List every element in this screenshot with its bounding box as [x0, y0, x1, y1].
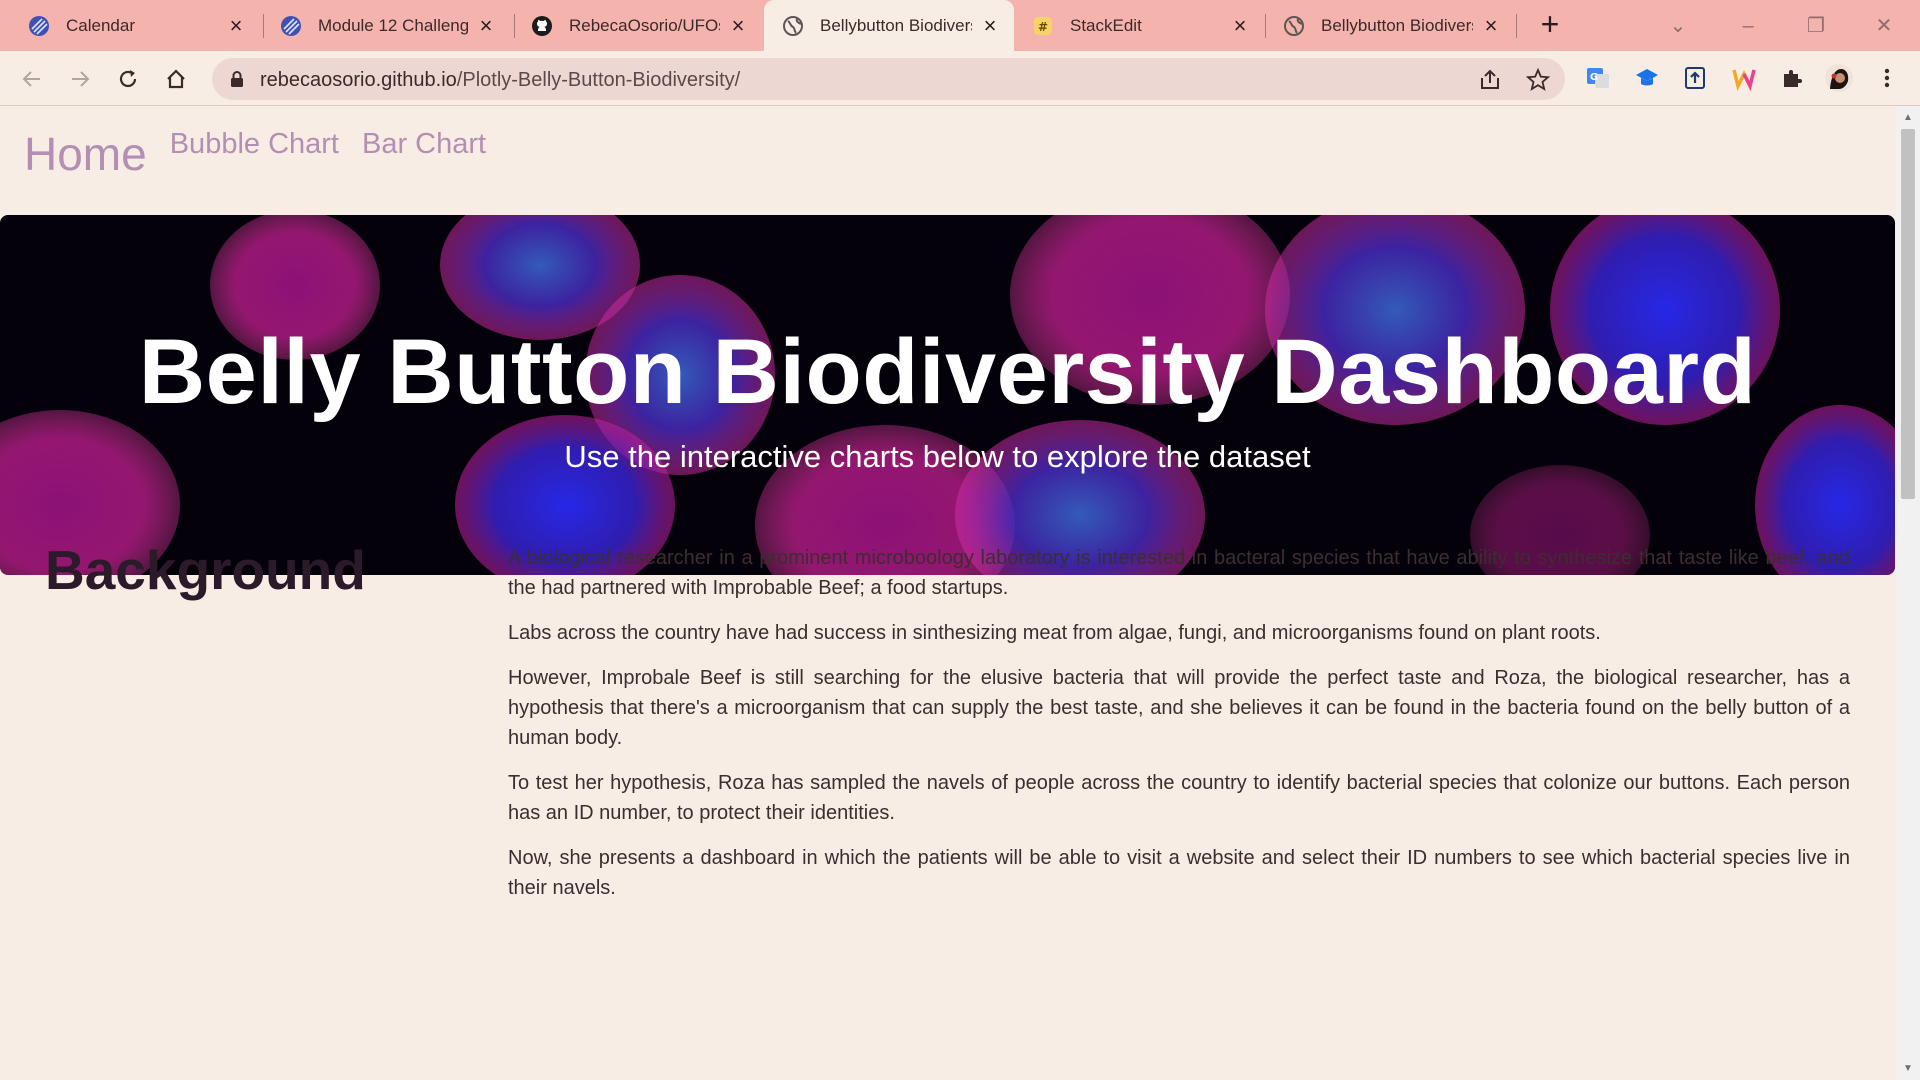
w-extension-icon[interactable] — [1729, 63, 1759, 93]
close-icon[interactable]: × — [1481, 14, 1501, 36]
url-text: rebecaosorio.github.io/Plotly-Belly-Butt… — [260, 69, 740, 92]
tab-title: RebecaOsorio/UFOs — [569, 15, 720, 35]
globe-icon — [783, 15, 803, 36]
background-paragraph: However, Improbale Beef is still searchi… — [508, 667, 1850, 749]
github-icon — [532, 15, 552, 36]
globe-blue-icon — [29, 15, 49, 36]
scrollbar-thumb[interactable] — [1901, 129, 1915, 499]
address-bar[interactable]: rebecaosorio.github.io/Plotly-Belly-Butt… — [212, 58, 1565, 100]
browser-menu-icon[interactable] — [1872, 63, 1902, 93]
close-icon[interactable]: × — [476, 14, 496, 36]
hero-banner: Belly Button Biodiversity Dashboard Use … — [0, 215, 1895, 575]
close-window-icon[interactable]: ✕ — [1866, 8, 1902, 44]
globe-blue-icon — [281, 15, 301, 36]
scroll-down-arrow-icon[interactable]: ▼ — [1902, 1064, 1914, 1074]
back-arrow-icon — [22, 71, 40, 87]
tab-title: Module 12 Challenge — [318, 15, 468, 35]
svg-text:G: G — [1590, 72, 1598, 83]
tab-stackedit[interactable]: # StackEdit × — [1014, 0, 1264, 51]
tab-title: Bellybutton Biodiversity — [1321, 15, 1473, 35]
stackedit-icon: # — [1034, 16, 1052, 35]
page-scrollbar[interactable]: ▲ ▼ — [1896, 107, 1920, 1080]
background-paragraph: Labs across the country have had success… — [508, 622, 1601, 644]
background-heading: Background — [45, 539, 366, 601]
forward-arrow-icon — [72, 71, 90, 87]
browser-toolbar: rebecaosorio.github.io/Plotly-Belly-Butt… — [0, 51, 1920, 106]
bookmark-star-icon[interactable] — [1525, 67, 1551, 93]
lock-icon — [231, 71, 243, 87]
close-icon[interactable]: × — [728, 14, 748, 36]
globe-icon — [1284, 15, 1304, 36]
nav-home-link[interactable]: Home — [24, 127, 147, 181]
tab-title: Calendar — [66, 15, 135, 35]
page-subtitle: Use the interactive charts below to expl… — [564, 439, 1311, 474]
tab-calendar[interactable]: Calendar × — [10, 0, 260, 51]
tab-divider — [1516, 14, 1517, 38]
tab-title: StackEdit — [1070, 15, 1142, 35]
background-paragraph: To test her hypothesis, Roza has sampled… — [508, 772, 1850, 824]
nav-bar-chart-link[interactable]: Bar Chart — [362, 128, 486, 181]
page-title: Belly Button Biodiversity Dashboard — [138, 321, 1757, 423]
tab-github-ufos[interactable]: RebecaOsorio/UFOs × — [513, 0, 762, 51]
nav-bubble-chart-link[interactable]: Bubble Chart — [170, 128, 339, 181]
browser-tabstrip: Calendar × Module 12 Challenge × RebecaO… — [0, 0, 1920, 51]
restore-icon[interactable]: ❐ — [1798, 8, 1834, 44]
background-paragraph: A biological researcher in a prominent m… — [508, 547, 1850, 599]
url-path: /Plotly-Belly-Button-Biodiversity/ — [456, 69, 741, 91]
tab-module-12[interactable]: Module 12 Challenge × — [262, 0, 510, 51]
scroll-up-arrow-icon[interactable]: ▲ — [1902, 113, 1914, 123]
tab-search-icon[interactable]: ⌄ — [1660, 8, 1696, 44]
upload-extension-icon[interactable] — [1680, 63, 1710, 93]
tab-bellybutton-2[interactable]: Bellybutton Biodiversity × — [1265, 0, 1515, 51]
graduation-cap-extension-icon[interactable] — [1632, 63, 1662, 93]
reload-icon — [119, 70, 137, 88]
share-icon[interactable] — [1477, 67, 1503, 93]
puzzle-extensions-icon[interactable] — [1777, 63, 1807, 93]
page-viewport: Home Bubble Chart Bar Chart Belly Button… — [0, 107, 1896, 1080]
back-button[interactable] — [14, 61, 50, 97]
close-icon[interactable]: × — [980, 14, 1000, 36]
site-navigation: Home Bubble Chart Bar Chart — [24, 127, 509, 181]
avatar[interactable] — [1824, 63, 1854, 93]
minimize-icon[interactable]: – — [1730, 8, 1766, 44]
svg-text:#: # — [1038, 20, 1048, 34]
forward-button[interactable] — [62, 61, 98, 97]
close-icon[interactable]: × — [1230, 14, 1250, 36]
google-translate-extension-icon[interactable]: G — [1583, 63, 1613, 93]
tab-title: Bellybutton Biodiversity — [820, 15, 972, 35]
reload-button[interactable] — [110, 61, 146, 97]
tab-bellybutton-active[interactable]: Bellybutton Biodiversity × — [764, 0, 1014, 51]
home-icon — [167, 69, 185, 89]
home-button[interactable] — [158, 61, 194, 97]
new-tab-button[interactable]: + — [1534, 8, 1566, 41]
background-text: A biological researcher in a prominent m… — [508, 543, 1850, 918]
background-paragraph: Now, she presents a dashboard in which t… — [508, 847, 1850, 899]
close-icon[interactable]: × — [226, 14, 246, 36]
url-host: rebecaosorio.github.io — [260, 69, 457, 91]
